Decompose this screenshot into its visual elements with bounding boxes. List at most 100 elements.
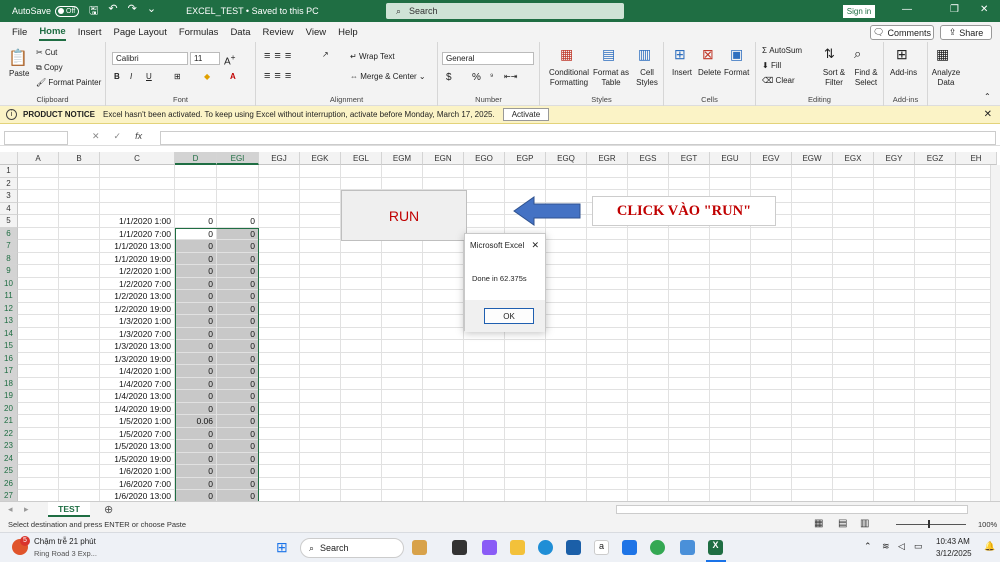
cell[interactable]	[751, 327, 792, 340]
cell[interactable]	[546, 365, 587, 378]
cell[interactable]	[874, 190, 915, 203]
customize-qat-icon[interactable]: ⌄	[147, 2, 156, 21]
cell[interactable]	[710, 402, 751, 415]
cell[interactable]	[300, 252, 341, 265]
cell[interactable]	[587, 327, 628, 340]
row-header[interactable]: 9	[0, 265, 18, 278]
row-header[interactable]: 18	[0, 377, 18, 390]
notepad-icon[interactable]	[680, 540, 695, 555]
cell[interactable]	[751, 265, 792, 278]
cell[interactable]	[751, 402, 792, 415]
cell[interactable]	[792, 340, 833, 353]
cell[interactable]: 0	[217, 465, 259, 478]
cell[interactable]	[18, 490, 59, 501]
cell[interactable]	[300, 390, 341, 403]
sort-filter-button[interactable]: Sort & Filter	[820, 68, 848, 88]
cell[interactable]: 0	[175, 427, 217, 440]
cell[interactable]	[628, 465, 669, 478]
cell[interactable]	[100, 177, 175, 190]
cell[interactable]	[751, 165, 792, 178]
cell[interactable]	[259, 490, 300, 501]
cell[interactable]	[874, 265, 915, 278]
cell[interactable]	[59, 240, 100, 253]
cell[interactable]	[18, 415, 59, 428]
cell[interactable]	[587, 377, 628, 390]
cell[interactable]	[833, 165, 874, 178]
cell[interactable]	[341, 177, 382, 190]
cell[interactable]	[382, 377, 423, 390]
cell[interactable]	[874, 315, 915, 328]
cell[interactable]	[587, 427, 628, 440]
cell[interactable]	[710, 290, 751, 303]
cell[interactable]	[18, 277, 59, 290]
cell[interactable]: 1/1/2020 1:00	[100, 215, 175, 228]
cell[interactable]	[300, 277, 341, 290]
cell[interactable]	[587, 290, 628, 303]
cell[interactable]	[341, 290, 382, 303]
select-all-corner[interactable]	[0, 152, 18, 165]
cell[interactable]	[259, 215, 300, 228]
cell[interactable]	[792, 377, 833, 390]
cell[interactable]	[175, 190, 217, 203]
cell[interactable]	[669, 477, 710, 490]
cell[interactable]	[341, 427, 382, 440]
new-sheet-icon[interactable]: ⊕	[104, 503, 113, 516]
comma-icon[interactable]: ⁹	[490, 72, 493, 81]
cell[interactable]: 1/3/2020 13:00	[100, 340, 175, 353]
cell[interactable]	[18, 465, 59, 478]
cell[interactable]	[710, 315, 751, 328]
cell[interactable]	[505, 440, 546, 453]
cell[interactable]	[833, 365, 874, 378]
cell[interactable]	[382, 177, 423, 190]
search-box[interactable]: ⌕ Search	[386, 3, 624, 19]
cell[interactable]	[341, 452, 382, 465]
addins-icon[interactable]: ⊞	[896, 46, 908, 63]
cell[interactable]	[382, 465, 423, 478]
cell[interactable]	[874, 302, 915, 315]
cell[interactable]	[833, 377, 874, 390]
row-header[interactable]: 17	[0, 365, 18, 378]
formula-input[interactable]	[160, 131, 996, 145]
cell[interactable]	[382, 415, 423, 428]
cell[interactable]	[423, 415, 464, 428]
cell[interactable]	[546, 327, 587, 340]
cell[interactable]	[59, 177, 100, 190]
cell[interactable]: 0	[175, 440, 217, 453]
cell[interactable]	[18, 315, 59, 328]
cell[interactable]	[710, 440, 751, 453]
cell[interactable]	[259, 240, 300, 253]
cell[interactable]: 1/6/2020 1:00	[100, 465, 175, 478]
cell[interactable]	[505, 340, 546, 353]
cell[interactable]	[423, 352, 464, 365]
cell[interactable]	[915, 190, 956, 203]
row-header[interactable]: 22	[0, 427, 18, 440]
cell[interactable]	[669, 340, 710, 353]
cell[interactable]	[915, 177, 956, 190]
cancel-icon[interactable]: ✕	[92, 131, 100, 142]
cell[interactable]	[300, 452, 341, 465]
cell[interactable]	[751, 452, 792, 465]
cell[interactable]	[874, 377, 915, 390]
cell[interactable]: 0	[175, 352, 217, 365]
cell[interactable]	[341, 365, 382, 378]
column-header-egk[interactable]: EGK	[300, 152, 341, 165]
row-header[interactable]: 24	[0, 452, 18, 465]
cell[interactable]: 0	[175, 315, 217, 328]
cell[interactable]	[300, 240, 341, 253]
cell[interactable]	[423, 465, 464, 478]
row-header[interactable]: 3	[0, 190, 18, 203]
cell[interactable]	[587, 165, 628, 178]
wifi-icon[interactable]: ≋	[882, 541, 890, 552]
insert-cells-button[interactable]: Insert	[672, 68, 692, 77]
cell[interactable]	[669, 277, 710, 290]
cell[interactable]	[382, 452, 423, 465]
cell[interactable]	[505, 165, 546, 178]
cell[interactable]	[628, 415, 669, 428]
cell[interactable]	[710, 415, 751, 428]
cell[interactable]: 1/6/2020 7:00	[100, 477, 175, 490]
cell[interactable]	[300, 477, 341, 490]
cell[interactable]	[546, 290, 587, 303]
cell[interactable]	[751, 240, 792, 253]
row-header[interactable]: 16	[0, 352, 18, 365]
cell[interactable]	[874, 227, 915, 240]
